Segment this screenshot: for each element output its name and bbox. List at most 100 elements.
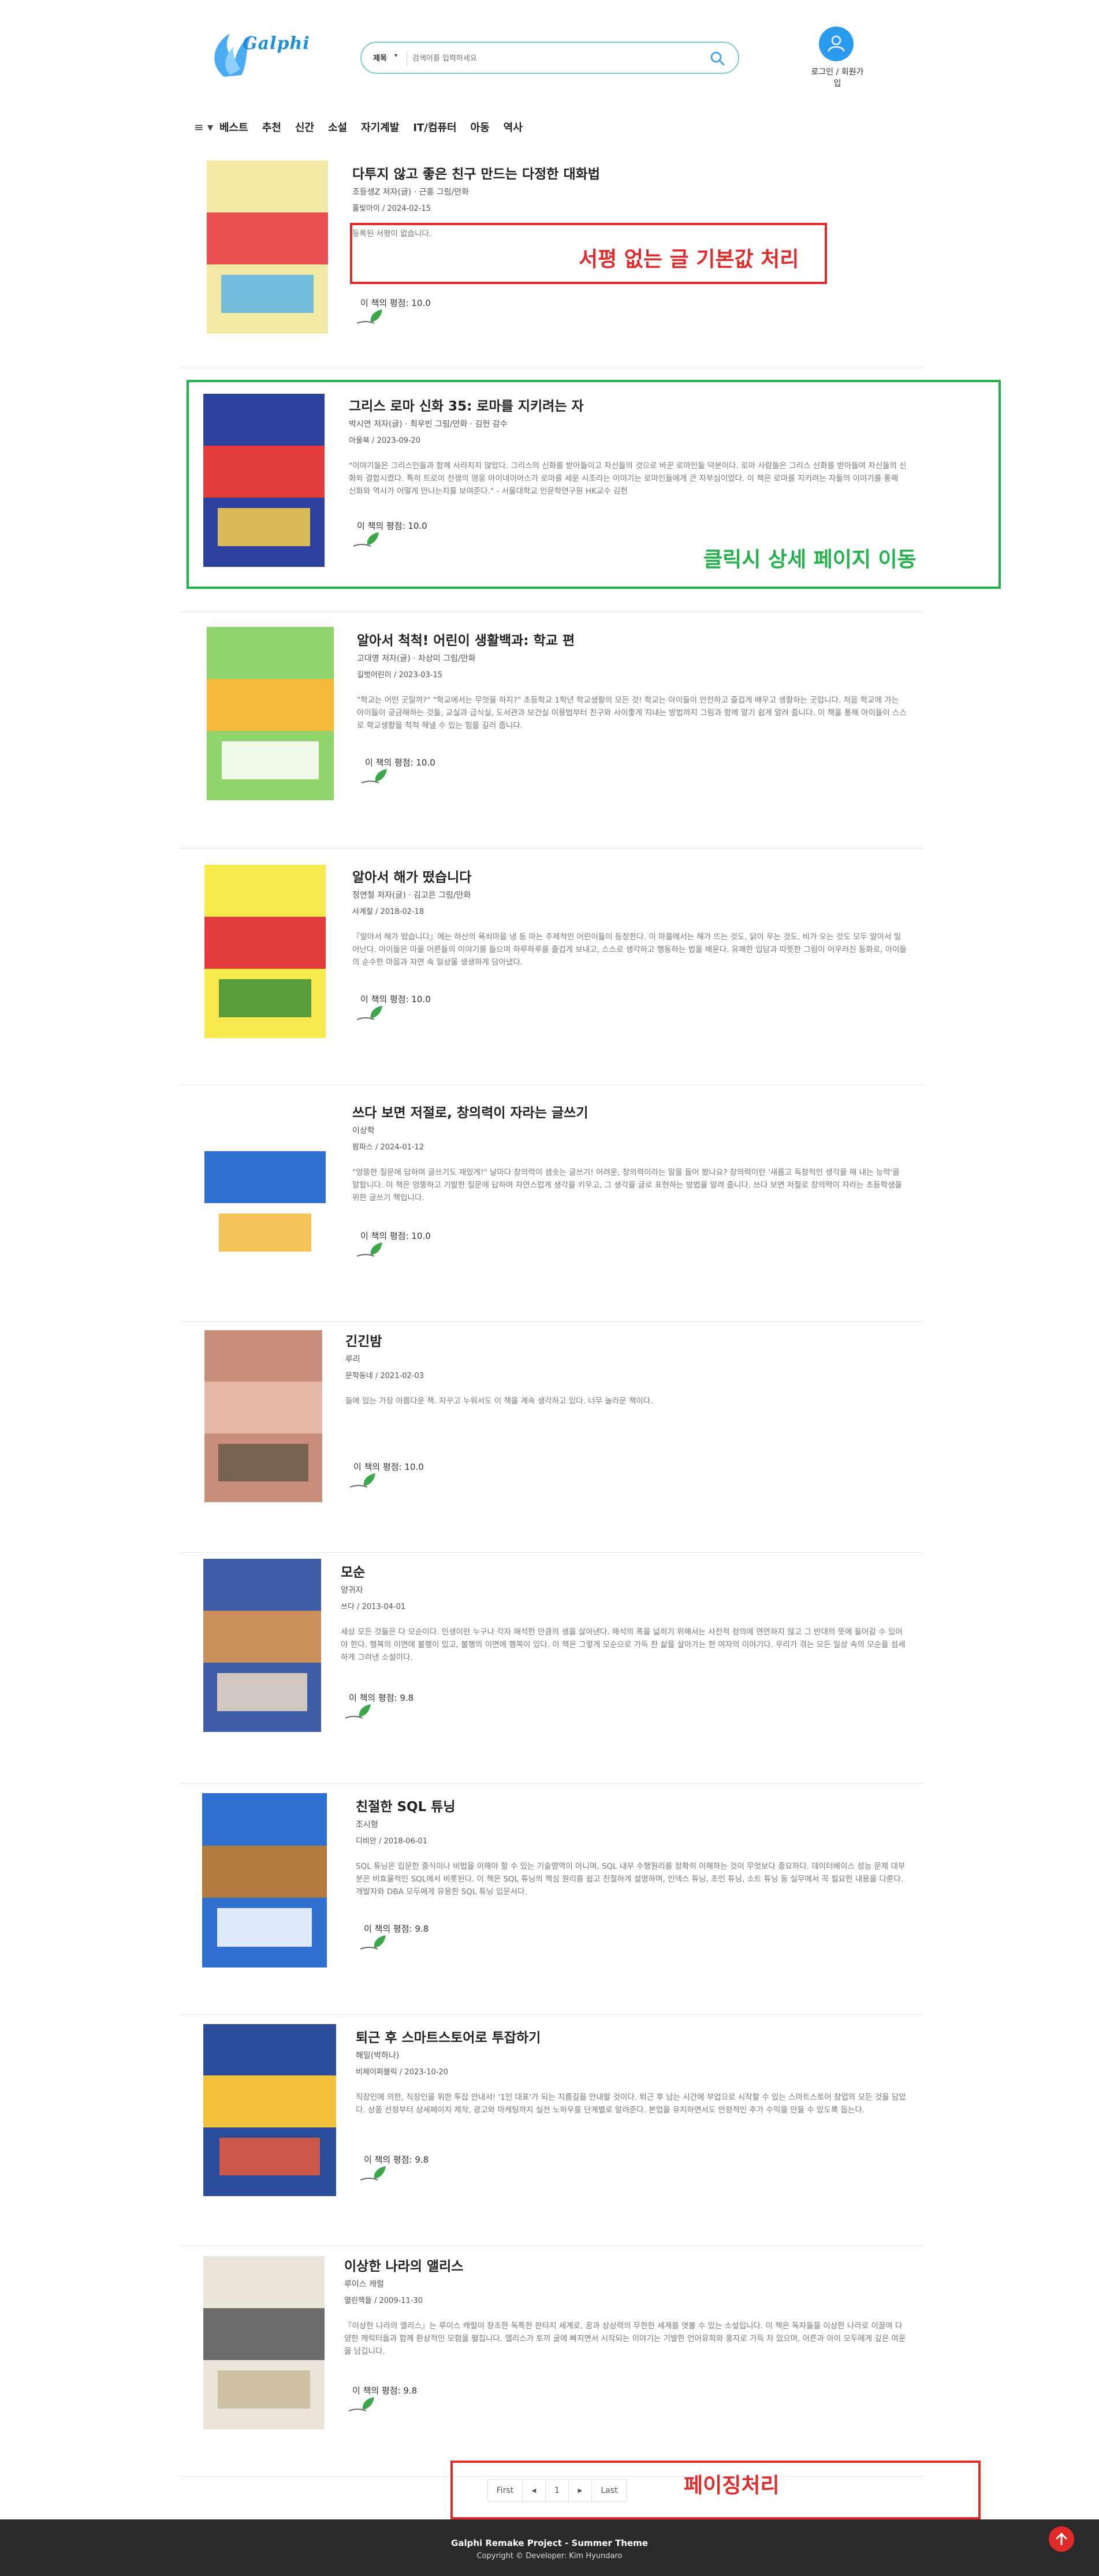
book-date: 2018-02-18 <box>380 908 424 916</box>
rating-value: 10.0 <box>411 1231 431 1241</box>
book-row[interactable]: 긴긴밤 루리 문학동네 / 2021-02-03 들에 있는 가장 아름다운 책. 자… <box>179 1322 924 1553</box>
rating-leaf-icon <box>358 1932 393 1952</box>
menu-icon[interactable]: ≡ ▾ <box>194 115 219 139</box>
rating-leaf-icon <box>358 2163 393 2183</box>
publish-separator: / <box>376 1837 384 1846</box>
book-title[interactable]: 친절한 SQL 튜닝 <box>356 1795 456 1815</box>
book-title[interactable]: 긴긴밤 <box>345 1330 382 1350</box>
book-title[interactable]: 알아서 해가 떴습니다 <box>352 866 471 886</box>
cover-accent <box>219 2137 321 2176</box>
publish-separator: / <box>372 908 381 916</box>
book-description: "학교는 어떤 곳일까?" "학교에서는 무엇을 하지?" 초등학교 1학년 학… <box>357 696 907 730</box>
cover-accent <box>219 979 311 1017</box>
nav-item-recommend[interactable]: 추천 <box>262 120 281 135</box>
book-cover[interactable] <box>203 2024 336 2196</box>
book-rating: 이 책의 평점: 9.8 <box>364 1922 429 1935</box>
book-title[interactable]: 다투지 않고 좋은 친구 만드는 다정한 대화법 <box>352 163 600 182</box>
login-signup-link[interactable]: 로그인 / 회원가입 <box>809 66 866 89</box>
book-row[interactable]: 쓰다 보면 저절로, 창의력이 자라는 글쓰기 이상학 팜파스 / 2024-01-… <box>179 1091 924 1322</box>
book-author: 조시형 <box>356 1820 378 1830</box>
search-input[interactable] <box>412 50 690 67</box>
book-rating: 이 책의 평점: 10.0 <box>360 297 431 309</box>
chevron-down-icon[interactable]: ▾ <box>394 53 397 59</box>
book-cover[interactable] <box>207 160 328 334</box>
book-cover[interactable] <box>204 1099 326 1272</box>
book-author: 조등생Z 저자(글) · 근홍 그림/만화 <box>352 188 470 197</box>
book-description: 직장인에 의한, 직장인을 위한 투잡 안내서! '1인 대표'가 되는 지름길… <box>356 2093 906 2115</box>
page-number-current[interactable]: 1 <box>546 2480 569 2502</box>
book-cover[interactable] <box>204 1330 322 1502</box>
book-title[interactable]: 모순 <box>341 1561 365 1581</box>
cover-band <box>202 1845 327 1898</box>
book-title[interactable]: 퇴근 후 스마트스토어로 투잡하기 <box>356 2026 541 2046</box>
cover-band <box>203 2075 336 2127</box>
page-last-button[interactable]: Last <box>592 2480 627 2502</box>
book-rating: 이 책의 평점: 10.0 <box>360 993 431 1005</box>
rating-label: 이 책의 평점: <box>360 298 412 308</box>
rating-leaf-icon <box>359 766 394 786</box>
book-publisher: 비제이퍼블릭 <box>356 2068 397 2077</box>
book-title[interactable]: 이상한 나라의 앨리스 <box>344 2255 463 2275</box>
book-rating: 이 책의 평점: 10.0 <box>365 756 435 768</box>
rating-value: 9.8 <box>403 2385 418 2396</box>
annotation-detail-nav: 클릭시 상세 페이지 이동 <box>703 548 917 572</box>
book-publisher: 팜파스 <box>352 1143 373 1152</box>
book-description: 『이상한 나라의 앨리스』는 루이스 캐럴이 창조한 독특한 판타지 세계로, … <box>344 2321 906 2356</box>
rating-leaf-icon <box>355 1239 389 1260</box>
nav-item-kids[interactable]: 아동 <box>471 120 490 135</box>
book-cover[interactable] <box>203 2256 325 2429</box>
book-title[interactable]: 쓰다 보면 저절로, 창의력이 자라는 글쓰기 <box>352 1102 588 1121</box>
book-title[interactable]: 알아서 척척! 어린이 생활백과: 학교 편 <box>357 629 575 649</box>
book-row[interactable]: 친절한 SQL 튜닝 조시형 디비안 / 2018-06-01 SQL 튜닝은 입문한… <box>179 1784 924 2015</box>
publish-separator: / <box>379 204 388 213</box>
book-cover[interactable] <box>207 627 334 800</box>
arrow-up-icon <box>1056 2533 1067 2545</box>
cover-accent <box>221 275 314 313</box>
book-publish-info: 팜파스 / 2024-01-12 <box>352 1141 424 1152</box>
nav-item-history[interactable]: 역사 <box>504 120 523 135</box>
cover-band <box>207 679 334 731</box>
leaf-icon <box>360 1935 386 1950</box>
leaf-icon <box>345 1704 371 1719</box>
leaf-icon <box>356 1242 382 1257</box>
book-row[interactable]: 모순 양귀자 쓰다 / 2013-04-01 세상 모든 것들은 다 모순이다. 인생… <box>179 1553 924 1784</box>
book-cover[interactable] <box>204 865 326 1038</box>
book-publisher: 문학동네 <box>345 1372 373 1380</box>
leaf-icon <box>356 1006 382 1020</box>
book-author: 양귀자 <box>341 1586 363 1595</box>
rating-label: 이 책의 평점: <box>360 1231 412 1241</box>
book-cover[interactable] <box>203 1559 321 1732</box>
scroll-to-top-button[interactable] <box>1049 2526 1074 2552</box>
search-bar: 제목 ▾ <box>360 42 739 74</box>
book-description: SQL 튜닝은 입문한 중식이나 비법을 이해야 할 수 있는 기술영역이 아니… <box>356 1862 906 1896</box>
nav-item-it[interactable]: IT/컴퓨터 <box>413 120 456 135</box>
publish-separator: / <box>372 1143 381 1152</box>
site-logo[interactable] <box>207 22 299 85</box>
book-date: 2013-04-01 <box>362 1603 406 1611</box>
book-row[interactable]: 알아서 해가 떴습니다 정연철 저자(글) · 김고은 그림/만화 사계절 / 20… <box>179 854 924 1085</box>
cover-accent <box>222 741 319 779</box>
rating-label: 이 책의 평점: <box>360 994 412 1005</box>
cover-band <box>203 2308 325 2360</box>
page-prev-button[interactable]: ◀ <box>523 2480 546 2502</box>
user-account-button[interactable] <box>819 27 854 61</box>
nav-item-novel[interactable]: 소설 <box>328 120 347 135</box>
nav-item-best[interactable]: 베스트 <box>219 120 248 135</box>
page: { "header": { "logo_text": "Galphi", "se… <box>0 0 1099 2576</box>
book-row[interactable]: 이상한 나라의 앨리스 루이스 캐럴 열린책들 / 2009-11-30 『이상한 나… <box>179 2246 924 2477</box>
cover-band <box>204 1382 322 1433</box>
search-button[interactable] <box>708 50 727 68</box>
page-next-button[interactable]: ▶ <box>569 2480 592 2502</box>
book-rating: 이 책의 평점: 10.0 <box>360 1230 431 1242</box>
book-row[interactable]: 퇴근 후 스마트스토어로 투잡하기 해밀(박하나) 비제이퍼블릭 / 2023-10… <box>179 2015 924 2246</box>
book-author: 루리 <box>345 1355 360 1364</box>
book-description: 세상 모든 것들은 다 모순이다. 인생이란 누구나 각자 해석한 만큼의 생을… <box>341 1627 906 1662</box>
book-row[interactable]: 알아서 척척! 어린이 생활백과: 학교 편 고대영 저자(글) · 차상미 그림… <box>179 618 924 849</box>
nav-item-new[interactable]: 신간 <box>295 120 314 135</box>
book-cover[interactable] <box>202 1793 327 1968</box>
book-date: 2023-03-15 <box>398 671 443 680</box>
search-category-select[interactable]: 제목 <box>373 52 387 63</box>
book-rating: 이 책의 평점: 9.8 <box>364 2153 429 2166</box>
nav-item-self-help[interactable]: 자기계발 <box>361 120 399 135</box>
page-first-button[interactable]: First <box>488 2480 523 2502</box>
